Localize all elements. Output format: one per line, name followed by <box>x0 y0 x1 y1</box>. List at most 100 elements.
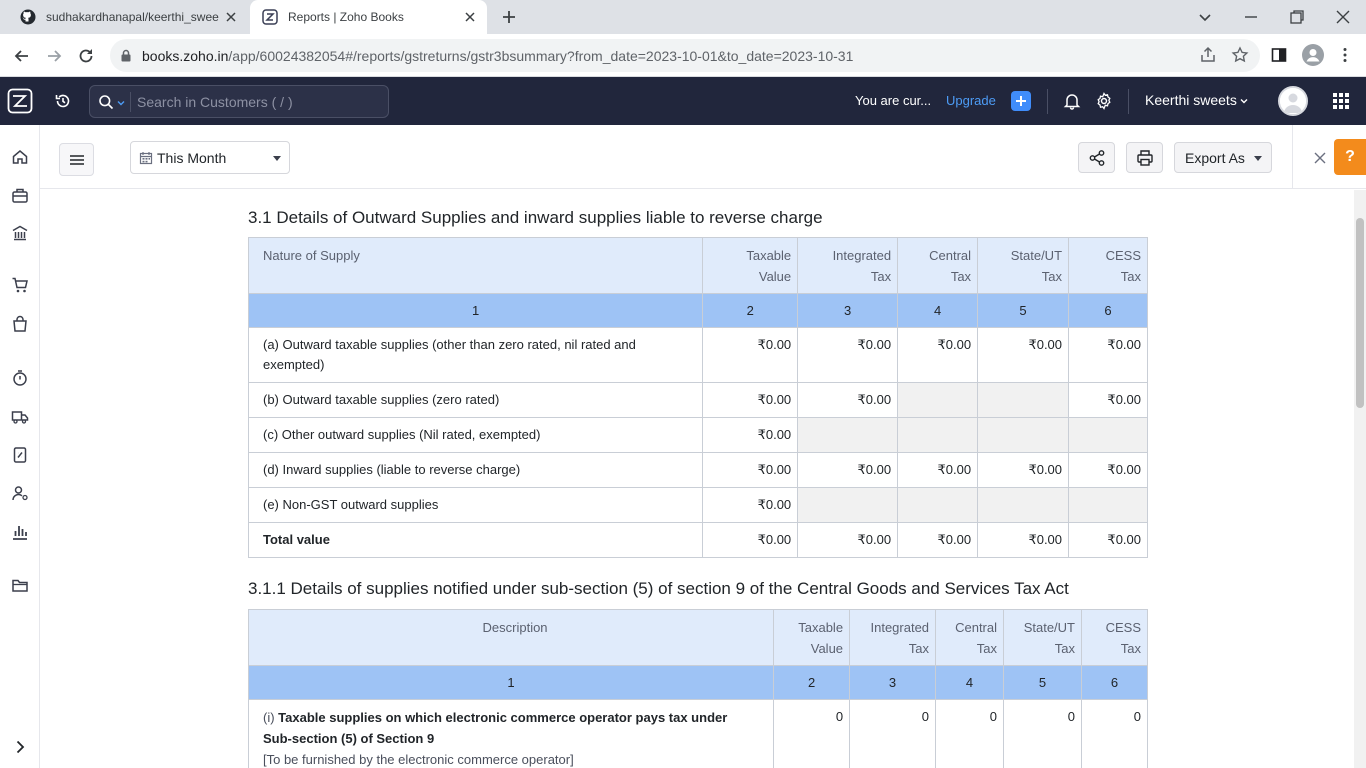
search-scope-dropdown-icon[interactable] <box>117 99 125 107</box>
section-3-1-1-title: 3.1.1 Details of supplies notified under… <box>248 579 1069 598</box>
search-divider <box>130 92 131 112</box>
calendar-icon <box>139 152 153 165</box>
taxable-value-cell[interactable]: ₹0.00 <box>702 452 799 488</box>
header-line: Taxable <box>746 248 792 263</box>
dropdown-caret-icon <box>1254 156 1262 161</box>
integrated-tax-cell[interactable]: ₹0.00 <box>797 382 899 418</box>
reload-icon[interactable] <box>76 46 96 66</box>
taxable-value-cell[interactable]: ₹0.00 <box>702 487 799 523</box>
taxable-value-cell[interactable]: ₹0.00 <box>702 382 799 418</box>
help-button[interactable]: ? <box>1334 139 1366 175</box>
cess-tax-cell[interactable]: ₹0.00 <box>1068 382 1148 418</box>
column-number: 3 <box>797 293 899 328</box>
header-line: CESS <box>1105 248 1141 263</box>
integrated-tax-cell[interactable]: 0 <box>849 699 937 768</box>
share-page-icon[interactable] <box>1199 46 1217 64</box>
tab-search-icon[interactable] <box>1196 8 1214 26</box>
report-menu-button[interactable] <box>59 143 94 176</box>
documents-folder-icon[interactable] <box>11 576 29 594</box>
items-icon[interactable] <box>11 186 29 204</box>
taxable-value-cell[interactable]: 0 <box>773 699 851 768</box>
share-report-button[interactable] <box>1078 142 1115 173</box>
quick-create-button[interactable] <box>1011 91 1031 111</box>
close-report-icon[interactable] <box>1313 151 1327 165</box>
topbar-divider <box>1128 89 1129 114</box>
restore-icon[interactable] <box>1288 8 1306 26</box>
browser-tab-github[interactable]: sudhakardhanapal/keerthi_swee <box>8 0 248 34</box>
column-header: State/UT Tax <box>1003 609 1082 666</box>
profile-icon[interactable] <box>1302 44 1324 66</box>
scrollbar-thumb[interactable] <box>1356 218 1364 408</box>
app-grid-icon[interactable] <box>1332 92 1350 110</box>
empty-cell <box>797 417 899 453</box>
close-tab-icon[interactable] <box>224 10 238 24</box>
export-as-dropdown[interactable]: Export As <box>1174 142 1272 173</box>
report-period-dropdown[interactable]: This Month <box>130 141 290 174</box>
notification-bell-icon[interactable] <box>1063 92 1081 110</box>
supply-label: (c) Other outward supplies (Nil rated, e… <box>247 417 704 453</box>
search-input[interactable] <box>137 90 377 114</box>
column-header: Taxable Value <box>702 237 799 294</box>
url-bar[interactable]: books.zoho.in/app/60024382054#/reports/g… <box>110 39 1260 72</box>
header-line: State/UT <box>1010 248 1063 263</box>
search-icon[interactable] <box>98 94 114 110</box>
eway-bills-truck-icon[interactable] <box>11 408 29 426</box>
content-scrollbar[interactable] <box>1354 190 1366 768</box>
state-tax-cell[interactable]: 0 <box>1003 699 1082 768</box>
zoho-books-logo-icon[interactable] <box>7 88 33 114</box>
column-number: 2 <box>773 665 851 700</box>
upgrade-link[interactable]: Upgrade <box>946 93 996 108</box>
reports-icon[interactable] <box>11 523 29 541</box>
cess-tax-cell[interactable]: 0 <box>1081 699 1148 768</box>
sales-cart-icon[interactable] <box>11 276 29 294</box>
purchases-bag-icon[interactable] <box>11 315 29 333</box>
bookmark-star-icon[interactable] <box>1231 46 1249 64</box>
integrated-tax-cell[interactable]: ₹0.00 <box>797 327 899 383</box>
header-line: Tax <box>950 269 972 284</box>
close-tab-icon[interactable] <box>463 10 477 24</box>
user-avatar[interactable] <box>1278 86 1308 116</box>
gst-filing-icon[interactable] <box>11 446 29 464</box>
side-panel-icon[interactable] <box>1270 46 1288 64</box>
central-tax-cell[interactable]: 0 <box>935 699 1005 768</box>
organization-switcher[interactable]: Keerthi sweets <box>1145 92 1248 108</box>
banking-icon[interactable] <box>11 224 29 242</box>
accountant-icon[interactable] <box>11 484 29 502</box>
cess-tax-cell[interactable]: ₹0.00 <box>1068 452 1148 488</box>
header-line: Value <box>810 641 844 656</box>
taxable-value-cell[interactable]: ₹0.00 <box>702 327 799 383</box>
row-prefix: (i) <box>263 710 279 725</box>
taxable-value-cell[interactable]: ₹0.00 <box>702 417 799 453</box>
table-row: (d) Inward supplies (liable to reverse c… <box>247 452 1148 488</box>
header-line: Taxable <box>798 620 844 635</box>
state-tax-cell[interactable]: ₹0.00 <box>977 452 1070 488</box>
integrated-tax-cell[interactable]: ₹0.00 <box>797 452 899 488</box>
expand-sidebar-chevron-icon[interactable] <box>11 738 29 756</box>
central-tax-cell[interactable]: ₹0.00 <box>897 452 979 488</box>
header-line: Tax <box>1120 269 1141 284</box>
forward-icon[interactable] <box>44 46 64 66</box>
time-tracking-icon[interactable] <box>11 369 29 387</box>
column-header: State/UT Tax <box>977 237 1070 294</box>
recent-history-icon[interactable] <box>54 92 72 110</box>
ecommerce-supplies-table: Description Taxable Value Integrated Tax C… <box>247 609 1148 768</box>
close-window-icon[interactable] <box>1334 8 1352 26</box>
settings-gear-icon[interactable] <box>1095 92 1113 110</box>
home-icon[interactable] <box>11 148 29 166</box>
browser-menu-icon[interactable] <box>1336 46 1354 64</box>
central-tax-cell[interactable]: ₹0.00 <box>897 327 979 383</box>
print-report-button[interactable] <box>1126 142 1163 173</box>
header-line: Tax <box>1120 641 1141 656</box>
cess-tax-cell[interactable]: ₹0.00 <box>1068 327 1148 383</box>
browser-tab-zoho-reports[interactable]: Reports | Zoho Books <box>250 0 487 34</box>
lock-icon <box>121 49 131 62</box>
printer-icon <box>1137 150 1153 166</box>
plus-icon <box>1016 96 1026 106</box>
outward-supplies-table: Nature of Supply Taxable Value Integrated… <box>247 237 1148 558</box>
back-icon[interactable] <box>12 46 32 66</box>
new-tab-icon[interactable] <box>500 8 518 26</box>
state-tax-cell[interactable]: ₹0.00 <box>977 327 1070 383</box>
supply-label: (a) Outward taxable supplies (other than… <box>247 327 704 383</box>
minimize-icon[interactable] <box>1242 8 1260 26</box>
empty-cell <box>1068 487 1148 523</box>
